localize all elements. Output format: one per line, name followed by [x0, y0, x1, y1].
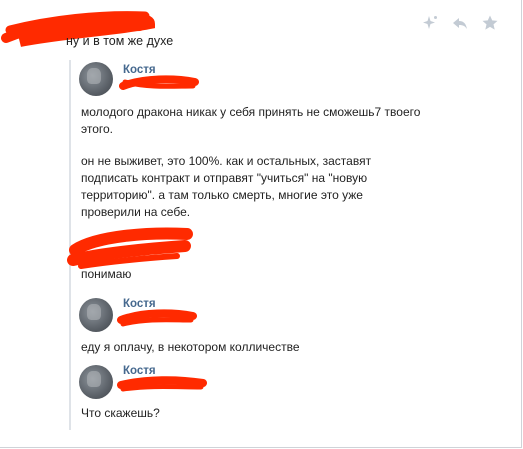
reply-icon[interactable] — [451, 14, 469, 32]
message-text: он не выживет, это 100%. как и остальных… — [81, 154, 372, 219]
redaction-scribble — [117, 373, 207, 395]
avatar[interactable] — [79, 365, 113, 399]
message-actions — [421, 14, 499, 32]
message-text: молодого дракона никак у себя принять не… — [81, 105, 421, 136]
avatar[interactable] — [79, 298, 113, 332]
message-text: понимаю — [81, 267, 132, 281]
message-text: еду я оплачу, в некотором колличестве — [81, 340, 300, 354]
avatar[interactable] — [79, 62, 113, 96]
message-text: Что скажешь? — [81, 406, 160, 420]
star-icon[interactable] — [481, 14, 499, 32]
redaction-scribble — [119, 74, 199, 92]
redaction-scribble — [117, 306, 197, 328]
sparkle-icon[interactable] — [421, 14, 439, 32]
forwarded-messages: Костя молодого дракона никак у себя прин… — [67, 60, 501, 430]
message-text: ну и в том же духе — [66, 34, 174, 48]
